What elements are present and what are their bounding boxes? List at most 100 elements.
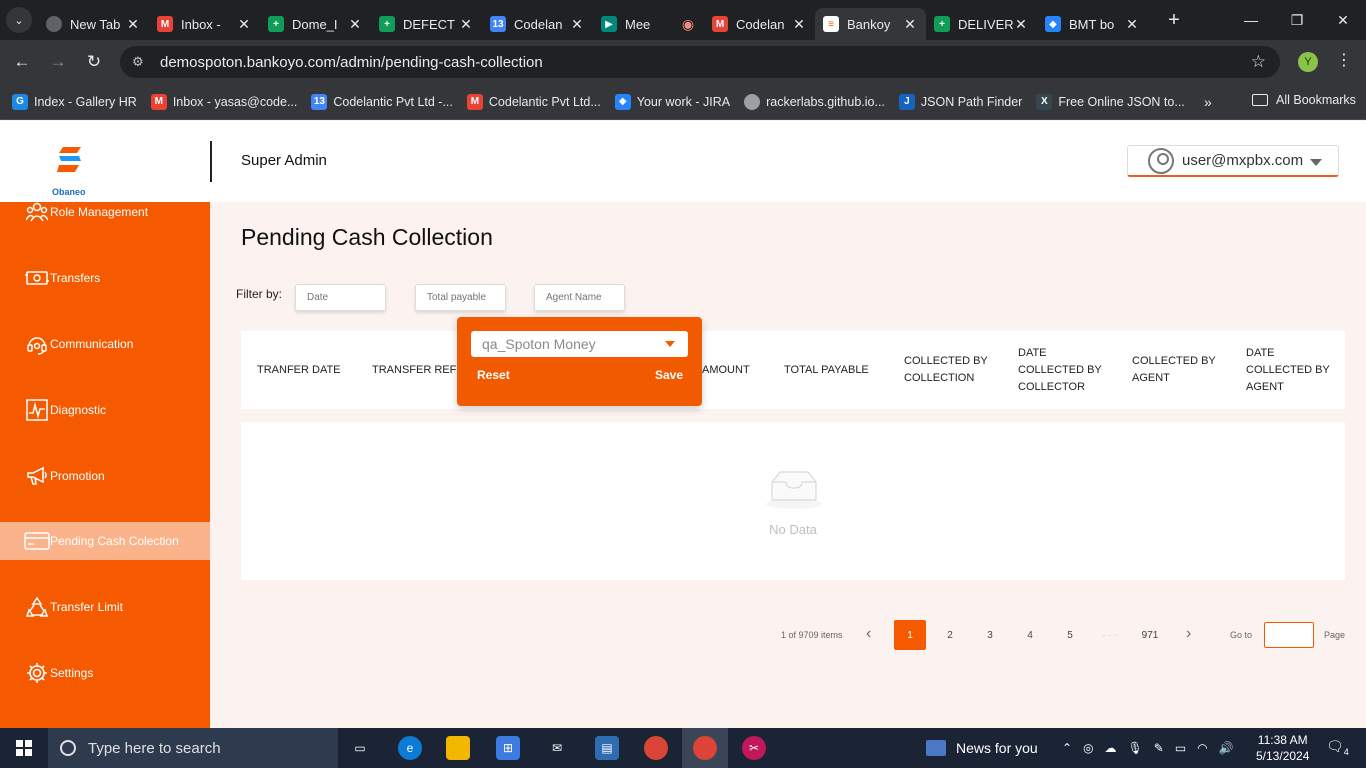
bookmark-item[interactable]: M Inbox - yasas@code... [150, 93, 297, 110]
column-header-date-collected-by-collector[interactable]: DATE COLLECTED BY COLLECTOR [1018, 331, 1114, 409]
sidebar-item-transfer-limit[interactable]: Transfer Limit [0, 588, 210, 626]
chrome-profile-taskbar-icon[interactable] [693, 736, 717, 760]
system-clock[interactable]: 11:38 AM 5/13/2024 [1256, 732, 1309, 764]
sidebar-item-diagnostic[interactable]: Diagnostic [0, 391, 210, 429]
bookmark-item[interactable]: G Index - Gallery HR [12, 93, 137, 110]
recording-icon[interactable]: ◉ [680, 16, 696, 33]
browser-tab[interactable]: M Codelan ✕ [704, 8, 815, 40]
obaneo-logo[interactable]: Obaneo [50, 143, 90, 197]
volume-icon[interactable]: 🔊 [1219, 741, 1234, 755]
browser-tab[interactable]: ◆ BMT bo ✕ [1037, 8, 1148, 40]
forward-icon[interactable]: → [40, 52, 76, 72]
close-tab-icon[interactable]: ✕ [791, 16, 807, 33]
chevron-up-icon[interactable]: ⌃ [1062, 741, 1072, 755]
column-header-total-payable[interactable]: TOTAL PAYABLE [784, 331, 884, 409]
bookmark-item[interactable]: J JSON Path Finder [898, 93, 1022, 110]
store-icon[interactable]: ⊞ [496, 736, 520, 760]
filter-label: Filter by: [236, 287, 283, 301]
sidebar-item-settings[interactable]: Settings [0, 654, 210, 692]
chrome-taskbar-icon[interactable] [644, 736, 668, 760]
restore-icon[interactable]: ❐ [1274, 0, 1320, 40]
wifi-icon[interactable]: ◠ [1197, 741, 1207, 755]
browser-tab[interactable]: + Dome_I ✕ [260, 8, 371, 40]
close-tab-icon[interactable]: ✕ [458, 16, 474, 33]
sidebar-item-communication[interactable]: Communication [0, 325, 210, 363]
snipping-tool-icon[interactable]: ✂ [742, 736, 766, 760]
profile-avatar[interactable]: Y [1298, 52, 1318, 72]
agent-name-filter-input[interactable] [534, 284, 625, 311]
column-header-collected-by-collection[interactable]: COLLECTED BY COLLECTION [904, 331, 1000, 409]
browser-tab-active[interactable]: ≡ Bankoy ✕ [815, 8, 926, 40]
battery-icon[interactable]: ▭ [1175, 741, 1186, 755]
task-view-icon[interactable]: ▭ [348, 736, 372, 760]
menu-kebab-icon[interactable]: ⋮ [1336, 50, 1352, 70]
close-tab-icon[interactable]: ✕ [347, 16, 363, 33]
page-button-2[interactable]: 2 [934, 620, 966, 650]
total-payable-filter-input[interactable] [415, 284, 506, 311]
all-bookmarks-button[interactable]: All Bookmarks [1252, 93, 1356, 107]
cloud-icon[interactable]: ☁ [1105, 741, 1117, 755]
reload-icon[interactable]: ↻ [76, 52, 112, 72]
windows-start-icon[interactable] [0, 728, 48, 768]
pen-icon[interactable]: ✎ [1154, 741, 1164, 755]
page-button-4[interactable]: 4 [1014, 620, 1046, 650]
browser-tab[interactable]: M Inbox - ✕ [149, 8, 260, 40]
minimize-icon[interactable]: — [1228, 0, 1274, 40]
bookmark-item[interactable]: ◆ Your work - JIRA [614, 93, 730, 110]
column-header-transfer-reference[interactable]: TRANSFER REFER [372, 331, 460, 409]
news-widget[interactable]: News for you [926, 728, 1038, 768]
browser-tab[interactable]: New Tab ✕ [38, 8, 149, 40]
reset-button[interactable]: Reset [477, 368, 510, 382]
taskbar-search-input[interactable]: Type here to search [48, 728, 338, 768]
notification-center-icon[interactable]: 🗨4 [1326, 738, 1349, 757]
more-bookmarks-icon[interactable]: » [1204, 94, 1212, 110]
close-tab-icon[interactable]: ✕ [1013, 16, 1029, 33]
next-page-icon[interactable]: › [1186, 625, 1191, 643]
close-tab-icon[interactable]: ✕ [236, 16, 252, 33]
sidebar-item-role-management[interactable]: Role Management [0, 193, 210, 231]
close-tab-icon[interactable]: ✕ [125, 16, 141, 33]
browser-tab[interactable]: 13 Codelan ✕ [482, 8, 593, 40]
tab-search-chevron-icon[interactable]: ⌄ [6, 7, 32, 33]
save-button[interactable]: Save [655, 368, 683, 382]
goto-page-input[interactable] [1264, 622, 1314, 648]
back-icon[interactable]: ← [4, 52, 40, 72]
bookmark-item[interactable]: 13 Codelantic Pvt Ltd -... [311, 93, 453, 110]
sidebar-item-transfers[interactable]: Transfers [0, 259, 210, 297]
column-header-date-collected-by-agent[interactable]: DATE COLLECTED BY AGENT [1246, 331, 1342, 409]
new-tab-icon[interactable]: + [1162, 9, 1186, 32]
edge-icon[interactable]: e [398, 736, 422, 760]
column-header-amount[interactable]: AMOUNT [702, 331, 772, 409]
site-settings-icon[interactable]: ⚙ [132, 54, 152, 70]
column-header-collected-by-agent[interactable]: COLLECTED BY AGENT [1132, 331, 1228, 409]
close-tab-icon[interactable]: ✕ [569, 16, 585, 33]
page-button-1[interactable]: 1 [894, 620, 926, 650]
browser-tab[interactable]: + DEFECT ✕ [371, 8, 482, 40]
user-menu-dropdown[interactable]: user@mxpbx.com [1127, 145, 1339, 177]
close-window-icon[interactable]: ✕ [1320, 0, 1366, 40]
url-input[interactable]: ⚙ demospoton.bankoyo.com/admin/pending-c… [120, 46, 1280, 78]
remote-desktop-icon[interactable]: ▤ [595, 736, 619, 760]
page-ellipsis[interactable]: · · · [1094, 620, 1126, 650]
agent-select[interactable]: qa_Spoton Money [471, 331, 688, 357]
sidebar-item-pending-cash-collection[interactable]: Pending Cash Colection [0, 522, 210, 560]
bookmark-star-icon[interactable]: ☆ [1251, 52, 1266, 72]
close-tab-icon[interactable]: ✕ [902, 16, 918, 33]
file-explorer-icon[interactable] [446, 736, 470, 760]
bookmark-item[interactable]: rackerlabs.github.io... [744, 93, 885, 110]
column-header-transfer-date[interactable]: TRANFER DATE [257, 331, 357, 409]
date-filter-input[interactable] [295, 284, 386, 311]
meet-now-icon[interactable]: ◎ [1083, 741, 1093, 755]
microphone-icon[interactable]: 🎙 [1128, 741, 1143, 755]
bookmark-item[interactable]: M Codelantic Pvt Ltd... [466, 93, 601, 110]
sidebar-item-promotion[interactable]: Promotion [0, 457, 210, 495]
page-button-3[interactable]: 3 [974, 620, 1006, 650]
browser-tab[interactable]: + DELIVER ✕ [926, 8, 1037, 40]
page-button-last[interactable]: 971 [1134, 620, 1166, 650]
close-tab-icon[interactable]: ✕ [1124, 16, 1140, 33]
page-button-5[interactable]: 5 [1054, 620, 1086, 650]
browser-tab[interactable]: ▶ Mee ◉ [593, 8, 704, 40]
prev-page-icon[interactable]: ‹ [866, 625, 871, 643]
bookmark-item[interactable]: X Free Online JSON to... [1036, 93, 1185, 110]
mail-icon[interactable]: ✉ [545, 736, 569, 760]
